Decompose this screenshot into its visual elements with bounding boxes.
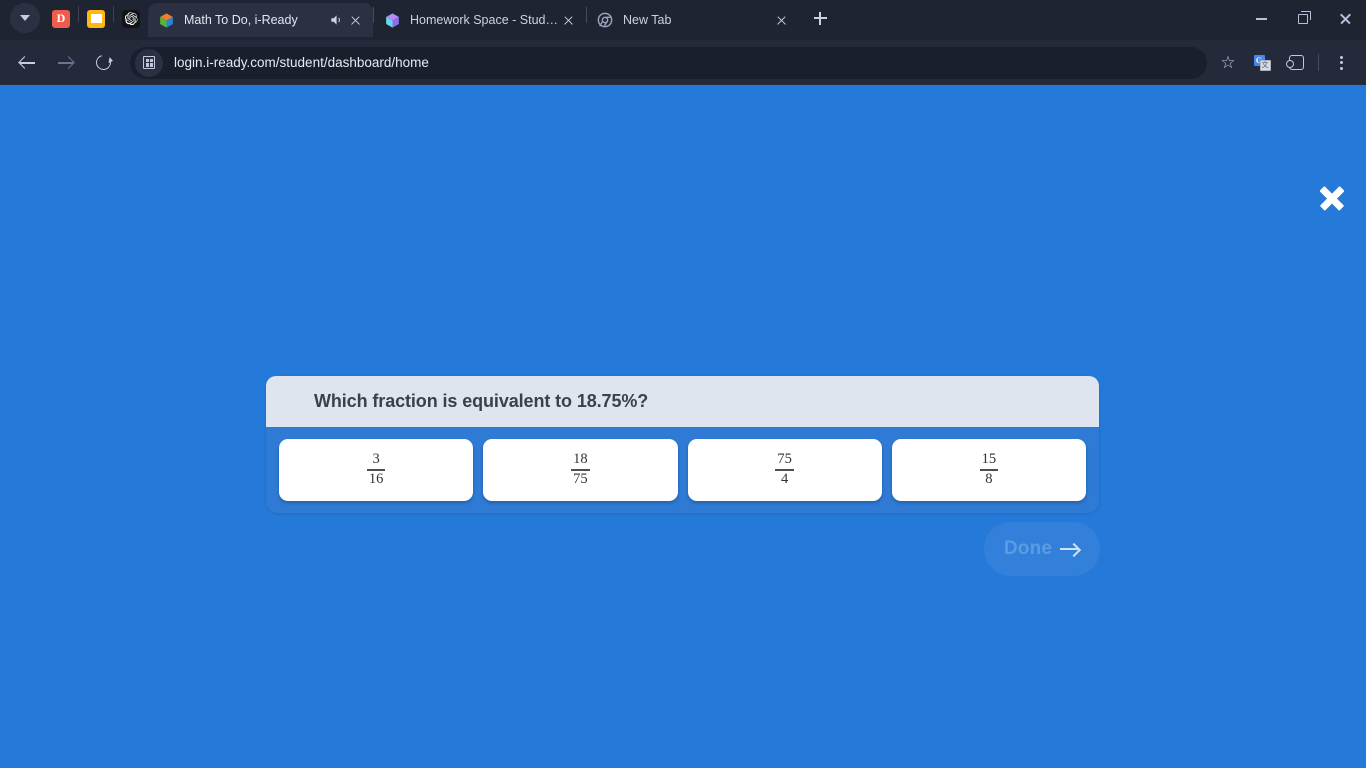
close-icon: [563, 15, 573, 25]
bookmark-star-icon: ☆: [1220, 53, 1236, 72]
close-icon: [1339, 13, 1351, 25]
bookmark-button[interactable]: ☆: [1213, 48, 1243, 78]
arrow-left-icon: [19, 55, 35, 70]
tab-strip: D Math To Do, i-Ready Homework Space - S…: [0, 0, 1366, 40]
tab-title: New Tab: [623, 13, 672, 27]
minimize-icon: [1255, 18, 1267, 20]
fraction: 15 8: [979, 451, 999, 488]
chrome-menu-button[interactable]: [1326, 48, 1356, 78]
fraction-denominator: 4: [781, 471, 789, 488]
reload-icon: [92, 52, 114, 73]
pinned-tab-notes[interactable]: [79, 2, 113, 36]
back-button[interactable]: [11, 47, 43, 79]
note-icon: [87, 9, 105, 28]
toolbar-divider: [1318, 54, 1319, 71]
tab-audio-icon[interactable]: [327, 13, 345, 27]
address-bar[interactable]: login.i-ready.com/student/dashboard/home: [130, 46, 1207, 79]
fraction: 18 75: [571, 452, 590, 488]
pinned-tab-desmos[interactable]: D: [44, 2, 78, 36]
url-text: login.i-ready.com/student/dashboard/home: [174, 55, 429, 70]
tab-new-tab[interactable]: New Tab: [587, 3, 799, 37]
close-icon: [776, 15, 786, 25]
tab-close-button[interactable]: [345, 10, 365, 30]
question-header: Which fraction is equivalent to 18.75%?: [266, 376, 1099, 427]
answer-option[interactable]: 15 8: [891, 439, 1086, 501]
openai-icon: [122, 9, 140, 28]
fraction-denominator: 8: [985, 471, 993, 488]
chevron-down-icon: [20, 15, 30, 21]
done-button[interactable]: Done: [984, 522, 1100, 576]
desmos-icon: D: [52, 9, 70, 28]
fraction-numerator: 75: [777, 451, 792, 468]
fraction-numerator: 3: [372, 451, 380, 468]
pinned-tab-openai[interactable]: [114, 2, 148, 36]
window-close-button[interactable]: [1324, 0, 1366, 38]
extensions-button[interactable]: [1281, 48, 1311, 78]
building-icon: [143, 56, 155, 69]
browser-toolbar: login.i-ready.com/student/dashboard/home…: [0, 40, 1366, 85]
close-icon: [350, 15, 360, 25]
window-controls: [1240, 0, 1366, 38]
close-icon: [1319, 185, 1345, 211]
new-tab-button[interactable]: [806, 4, 834, 32]
forward-button[interactable]: [49, 47, 81, 79]
minimize-button[interactable]: [1240, 0, 1282, 38]
answer-option[interactable]: 18 75: [483, 439, 678, 501]
browser-window: D Math To Do, i-Ready Homework Space - S…: [0, 0, 1366, 768]
site-info-button[interactable]: [135, 48, 163, 77]
chrome-icon: [597, 12, 614, 29]
fraction-numerator: 18: [573, 451, 588, 468]
arrow-right-icon: [1060, 542, 1080, 556]
maximize-button[interactable]: [1282, 0, 1324, 38]
extensions-puzzle-icon: [1285, 55, 1304, 70]
tab-homework-space-studyx[interactable]: Homework Space - StudyX: [374, 3, 586, 37]
chrome-menu-icon: [1339, 55, 1343, 70]
page-content: Which fraction is equivalent to 18.75%? …: [0, 85, 1366, 768]
tab-close-button[interactable]: [558, 10, 578, 30]
answer-option[interactable]: 75 4: [687, 439, 882, 501]
maximize-icon: [1298, 11, 1311, 24]
google-translate-icon: G文: [1253, 54, 1271, 71]
tab-search-button[interactable]: [10, 3, 40, 33]
fraction-denominator: 16: [368, 471, 384, 488]
fraction: 75 4: [775, 452, 794, 488]
google-translate-button[interactable]: G文: [1247, 48, 1277, 78]
tab-title: Math To Do, i-Ready: [184, 13, 298, 27]
tab-math-to-do-i-ready[interactable]: Math To Do, i-Ready: [148, 3, 373, 37]
plus-icon: [813, 11, 827, 25]
close-activity-button[interactable]: [1310, 177, 1354, 219]
cube-icon: [158, 12, 175, 29]
fraction-numerator: 15: [981, 451, 997, 468]
fraction-denominator: 75: [573, 471, 588, 488]
answer-options: 3 16 18 75 75 4 15 8: [266, 427, 1099, 501]
arrow-right-icon: [57, 55, 73, 70]
tab-title: Homework Space - StudyX: [410, 13, 558, 27]
answer-option[interactable]: 3 16: [279, 439, 474, 501]
reload-button[interactable]: [87, 47, 119, 79]
tab-close-button[interactable]: [771, 10, 791, 30]
fraction: 3 16: [366, 451, 386, 488]
cube-icon: [384, 12, 401, 29]
question-card: Which fraction is equivalent to 18.75%? …: [266, 376, 1099, 513]
done-button-label: Done: [1003, 538, 1053, 559]
question-text: Which fraction is equivalent to 18.75%?: [314, 391, 649, 411]
